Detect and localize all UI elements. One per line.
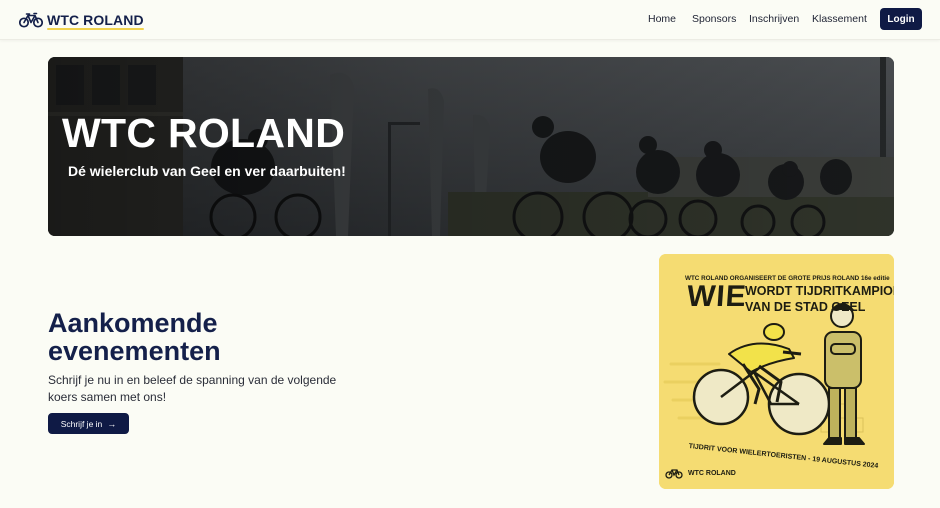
poster-wie: WIE — [685, 280, 748, 313]
event-poster[interactable]: WTC ROLAND ORGANISEERT DE GROTE PRIJS RO… — [659, 254, 894, 489]
hero-banner: WTC ROLAND Dé wielerclub van Geel en ver… — [48, 57, 894, 236]
brand-name: WTC ROLAND — [47, 12, 144, 30]
navbar: WTC ROLAND Home Sponsors Inschrijven Kla… — [0, 0, 940, 40]
nav-home-link[interactable]: Home — [648, 13, 676, 25]
poster-brand-text: WTC ROLAND — [688, 470, 736, 477]
arrow-right-icon: → — [107, 418, 117, 429]
register-button-label: Schrijf je in — [60, 418, 103, 429]
poster-brand: WTC ROLAND — [665, 470, 736, 477]
register-button[interactable]: Schrijf je in → — [48, 413, 129, 434]
hero-subtitle: Dé wielerclub van Geel en ver daarbuiten… — [68, 163, 346, 179]
brand-logo-link[interactable]: WTC ROLAND — [19, 9, 144, 31]
poster-headline-line2: VAN DE STAD GEEL — [745, 300, 866, 314]
poster-headline-line1: WORDT TIJDRITKAMPIOEN — [745, 284, 894, 298]
nav-klassement-link[interactable]: Klassement — [812, 13, 867, 25]
login-button[interactable]: Login — [880, 8, 922, 30]
nav-sponsors-link[interactable]: Sponsors — [692, 13, 736, 25]
events-description: Schrijf je nu in en beleef de spanning v… — [48, 373, 337, 404]
events-heading: Aankomende evenementen — [48, 308, 221, 366]
hero-title: WTC ROLAND — [62, 110, 346, 156]
nav-inschrijven-link[interactable]: Inschrijven — [749, 13, 799, 25]
bicycle-icon — [19, 12, 43, 28]
